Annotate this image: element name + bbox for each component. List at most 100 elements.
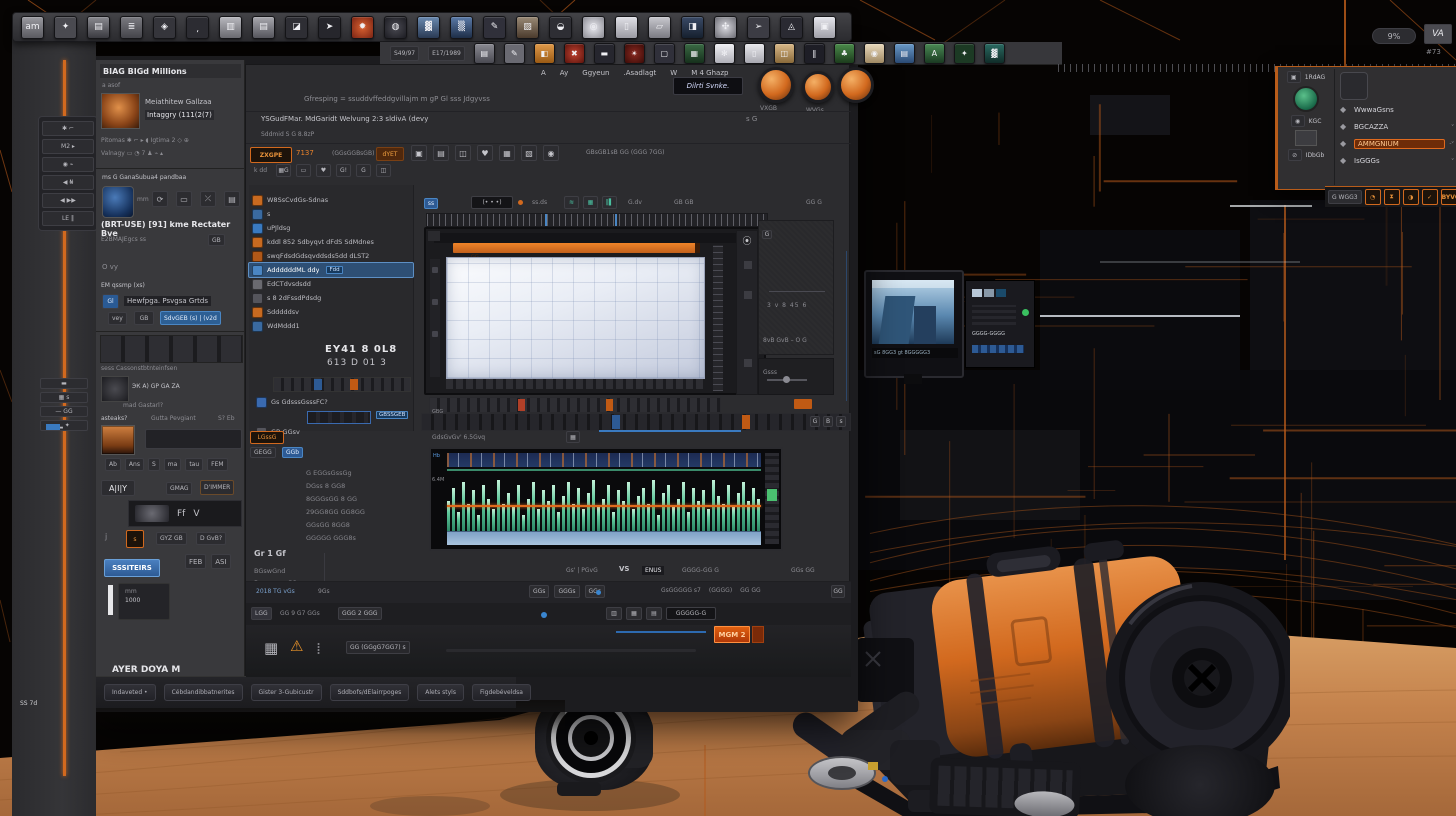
filmstrip-row-2[interactable]: GBs [421, 413, 851, 431]
tree-text-item[interactable]: GGGGG GGG8s [306, 532, 365, 545]
toolbar-icon[interactable]: ✎ [483, 16, 506, 39]
icon-row-2[interactable]: Valnagy ▭ ◔ 7 ♟ ⌁ ▴ [101, 150, 241, 157]
icon-row-1[interactable]: Pitomas ✱ ⌐ ▸ ◖ Igtima 2 ◇ ⊕ [101, 137, 241, 144]
dock-mini-button[interactable]: M2 ▸ [42, 139, 94, 154]
outliner-row[interactable]: ◆ IsGGGs ᵛ [1340, 152, 1454, 169]
bar3-mid-chip[interactable]: GGG 2 GGG [338, 607, 382, 620]
outliner-strip-chip[interactable]: ✓ [1422, 189, 1438, 205]
toolbar-icon[interactable]: ▥ [219, 16, 242, 39]
tree-item[interactable]: EdCTdvsdsdd [249, 277, 413, 291]
window-tab[interactable]: M 4 Ghazp [691, 69, 728, 77]
tabs-row[interactable]: E2BMAJEgcs ss [101, 236, 146, 243]
overflow-dots-icon[interactable]: ⁞ [316, 639, 321, 658]
strip-chip[interactable]: V [193, 509, 199, 519]
glyph-row[interactable]: ЭК A) GP GA ZA [132, 383, 180, 390]
grid-icon[interactable]: ▦ [264, 639, 278, 657]
fe-chip[interactable]: ASI [211, 554, 230, 569]
wide-preview-button[interactable] [145, 429, 242, 449]
outliner-row[interactable]: ◆ BGCAZZA ᵛ [1340, 118, 1454, 135]
toolbar-icon[interactable]: ◎ [582, 16, 605, 39]
bar2-corner-chip[interactable]: GG [831, 585, 845, 598]
footer-chip[interactable]: GG (GGgG7GG7) s [346, 641, 410, 654]
viewport-slider-column[interactable]: ⦿ [736, 230, 758, 395]
wave-orange-line[interactable] [447, 505, 761, 507]
tree2-blue-strip[interactable] [307, 411, 371, 424]
toolbar2-icon[interactable]: ▦ [684, 43, 705, 64]
bottom-bar-button[interactable]: Indaveted • [104, 684, 156, 701]
graph-canvas[interactable] [446, 257, 705, 379]
tree-item[interactable]: uPJldsg [249, 221, 413, 235]
timeline-orange-bar[interactable]: GG [453, 243, 700, 253]
dock-mini-button[interactable]: ◉ ⌁ [42, 157, 94, 172]
bottom-bar-button[interactable]: Cébdandibbatnerites [164, 684, 243, 701]
outliner-strip-wide-chip[interactable]: BYVG [1441, 189, 1456, 205]
blue-primary-button[interactable]: SSSITEIRS [104, 559, 160, 577]
tree-item[interactable]: s 8 2dFssdPdsdg [249, 291, 413, 305]
toolbar2-icon[interactable]: ✴ [624, 43, 645, 64]
bottom-bar-button[interactable]: Figdebéveldsa [472, 684, 531, 701]
toolbar-icon[interactable]: ◪ [285, 16, 308, 39]
wave-right-slider[interactable] [765, 453, 779, 544]
slash-circle-icon[interactable]: ⊘ [1288, 149, 1302, 161]
toolbar2-icon[interactable]: ▓ [984, 43, 1005, 64]
toolbar2-icon[interactable]: ▤ [474, 43, 495, 64]
rail-chip-1[interactable]: LGssG [250, 431, 284, 444]
toolbar2-icon[interactable]: ✎ [504, 43, 525, 64]
small-button[interactable]: Ab [105, 458, 121, 471]
chip-blue[interactable]: SdvGEB (s) | (v2d [160, 311, 221, 325]
window-tab[interactable]: W [670, 69, 677, 77]
tree-item[interactable]: kddl 852 Sdbyqvt dFdS SdMdnes [249, 235, 413, 249]
window-tab[interactable]: .Asadlagt [623, 69, 656, 77]
tabs-chip[interactable]: GB [208, 234, 225, 246]
toolbar-icon[interactable]: ▤ [252, 16, 275, 39]
toolbar2-icon[interactable]: ▬ [594, 43, 615, 64]
tree-header-icon[interactable]: G! [336, 164, 351, 177]
sphere-action-button[interactable]: ▤ [224, 191, 240, 207]
tree-text-item[interactable]: 29GG8GG GG8GG [306, 506, 365, 519]
window-tool-icon[interactable]: ▣ [411, 145, 427, 161]
toolbar-icon[interactable]: ➤ [318, 16, 341, 39]
toolbar-icon[interactable]: ▯ [615, 16, 638, 39]
footer-progress-track[interactable] [446, 649, 696, 652]
window-tool-icon[interactable]: ◉ [543, 145, 559, 161]
tree-text-item[interactable]: DGss 8 GG8 [306, 480, 365, 493]
toolbar-icon[interactable]: ◒ [549, 16, 572, 39]
dock-tiny-button[interactable]: ▬ [40, 378, 88, 389]
waveform-title-icon[interactable]: ▦ [566, 431, 580, 443]
bar2-chip[interactable]: GGs [585, 585, 605, 598]
toolbar-icon[interactable]: am [21, 16, 44, 39]
toolbar2-icon[interactable]: A [924, 43, 945, 64]
small-thumbnail[interactable] [101, 376, 129, 402]
toolbar2-icon[interactable]: ▢ [654, 43, 675, 64]
secondary-toolbar-chip[interactable]: S49/97 [390, 46, 419, 61]
outliner-thumb-box[interactable] [1340, 72, 1368, 100]
toolbar-icon[interactable]: ➢ [747, 16, 770, 39]
toolbar-icon[interactable]: ⸲ [186, 16, 209, 39]
bar3-chip[interactable]: LGG [251, 607, 272, 620]
tree-header-icon[interactable]: G [356, 164, 371, 177]
toolbar-icon[interactable]: ▒ [450, 16, 473, 39]
fe-chip[interactable]: FEB [185, 554, 206, 569]
slider-dot[interactable] [744, 291, 752, 299]
toolbar2-icon[interactable]: ✦ [954, 43, 975, 64]
horizontal-ruler[interactable] [426, 213, 768, 227]
tree-header-icon[interactable]: ♥ [316, 164, 331, 177]
outliner-row[interactable]: ◆ WwwaGsns [1340, 101, 1454, 118]
mini-filmstrip[interactable] [273, 377, 411, 392]
toolbar-icon[interactable]: ▤ [87, 16, 110, 39]
toolbar2-icon[interactable]: ◫ [774, 43, 795, 64]
waveform-spikes[interactable] [447, 473, 761, 531]
toolbar-icon[interactable]: ▓ [417, 16, 440, 39]
city-thumbnail[interactable] [101, 425, 135, 455]
knob-control-3[interactable] [838, 67, 874, 103]
toolbar2-icon[interactable]: ▤ [894, 43, 915, 64]
toolbar2-icon[interactable]: ▯ [744, 43, 765, 64]
sphere-action-button[interactable]: ▭ [176, 191, 192, 207]
filmstrip-thumbnails[interactable] [100, 335, 243, 363]
chip-b[interactable]: GB [134, 311, 154, 325]
strip-chip[interactable]: Ff [177, 509, 185, 519]
knob-control-2[interactable] [802, 71, 834, 103]
bar2-chip[interactable]: GGGs [554, 585, 579, 598]
live-chip[interactable]: ZXGPE [250, 147, 292, 163]
toolbar-icon[interactable]: ✣ [714, 16, 737, 39]
